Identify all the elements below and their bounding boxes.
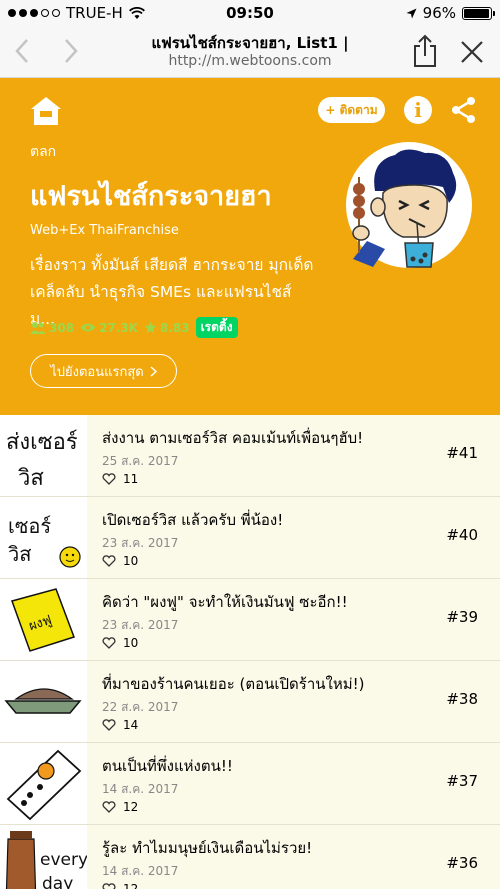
info-icon[interactable]: i [404, 96, 432, 124]
episode-thumbnail [0, 743, 87, 824]
thumbnail-text: วิส [8, 542, 31, 566]
episode-number: #41 [446, 444, 478, 462]
episode-likes: 10 [102, 636, 138, 650]
episode-thumbnail: ผงฟู [0, 579, 87, 660]
likes-count: 12 [123, 800, 139, 814]
episode-likes: 12 [102, 800, 138, 814]
eye-icon [80, 323, 96, 332]
likes-count: 10 [123, 554, 139, 568]
episode-number: #40 [446, 526, 478, 544]
thumbnail-text: ส่งเซอร์ [6, 430, 78, 455]
episode-title: คิดว่า "ผงฟู" จะทำให้เงินมันฟู ซะอีก!! [102, 593, 348, 611]
thumbnail-text: เซอร์ [8, 514, 51, 538]
episode-date: 14 ส.ค. 2017 [102, 782, 179, 796]
subscribers-count: 308 [49, 320, 75, 335]
battery-percent: 96% [422, 4, 456, 22]
episode-row[interactable]: ตนเป็นที่พึ่งแห่งตน!! 14 ส.ค. 2017 12 #3… [0, 743, 500, 825]
status-right: 96% [406, 4, 495, 22]
episode-number: #39 [446, 608, 478, 626]
heart-icon [102, 637, 116, 649]
browser-bar: แฟรนไชส์กระจายฮา, List1 | http://m.webto… [0, 26, 500, 78]
star-icon [144, 321, 157, 334]
thumbnail-text: day [42, 874, 73, 889]
episode-row[interactable]: every day รู้ละ ทำไมมนุษย์เงินเดือนไม่รว… [0, 825, 500, 889]
status-bar: TRUE-H 09:50 96% [0, 0, 500, 26]
episode-list: ส่งเซอร์ วิส ส่งงาน ตามเซอร์วิส คอมเม้นท… [0, 415, 500, 889]
subscribers-stat: 308 [30, 321, 74, 335]
thumbnail-text: every [40, 850, 87, 870]
episode-title: ตนเป็นที่พึ่งแห่งตน!! [102, 757, 233, 775]
home-icon[interactable] [30, 96, 62, 126]
heart-icon [102, 473, 116, 485]
likes-count: 12 [123, 882, 139, 889]
heart-icon [102, 883, 116, 889]
subscribers-icon [30, 321, 46, 334]
likes-count: 10 [123, 636, 139, 650]
episode-thumbnail [0, 661, 87, 742]
close-icon[interactable] [458, 38, 486, 66]
location-arrow-icon [406, 8, 417, 18]
episode-number: #36 [446, 854, 478, 872]
share-network-icon[interactable] [450, 96, 478, 124]
first-episode-label: ไปยังตอนแรกสุด [50, 364, 144, 380]
rating-stat: 8.83 [144, 321, 190, 335]
episode-date: 23 ส.ค. 2017 [102, 618, 179, 632]
episode-row[interactable]: ที่มาของร้านคนเยอะ (ตอนเปิดร้านใหม่!) 22… [0, 661, 500, 743]
episode-likes: 10 [102, 554, 138, 568]
subscribe-button[interactable]: + ติดตาม [318, 97, 385, 123]
forward-arrow-icon[interactable] [55, 36, 85, 66]
author-name: Web+Ex ThaiFranchise [30, 223, 179, 238]
episode-date: 22 ส.ค. 2017 [102, 700, 179, 714]
episode-row[interactable]: เซอร์ วิส เปิดเซอร์วิส แล้วครับ พี่น้อง!… [0, 497, 500, 579]
episode-date: 25 ส.ค. 2017 [102, 454, 179, 468]
episode-thumbnail: ส่งเซอร์ วิส [0, 415, 87, 496]
episode-number: #38 [446, 690, 478, 708]
episode-likes: 11 [102, 472, 138, 486]
chevron-right-icon [150, 365, 157, 377]
episode-number: #37 [446, 772, 478, 790]
episode-date: 23 ส.ค. 2017 [102, 536, 179, 550]
episode-row[interactable]: ส่งเซอร์ วิส ส่งงาน ตามเซอร์วิส คอมเม้นท… [0, 415, 500, 497]
character-avatar [346, 142, 472, 268]
series-title: แฟรนไชส์กระจายฮา [30, 181, 272, 212]
battery-icon [462, 6, 495, 20]
genre-label: ตลก [30, 144, 57, 160]
series-stats: 308 27.3K 8.83 เรตติ้ง [30, 317, 238, 338]
first-episode-button[interactable]: ไปยังตอนแรกสุด [30, 354, 177, 388]
heart-icon [102, 719, 116, 731]
views-count: 27.3K [99, 320, 138, 335]
heart-icon [102, 555, 116, 567]
heart-icon [102, 801, 116, 813]
episode-thumbnail: every day [0, 825, 87, 889]
episode-thumbnail: เซอร์ วิส [0, 497, 87, 578]
views-stat: 27.3K [80, 321, 138, 335]
likes-count: 11 [123, 472, 139, 486]
thumbnail-text: วิส [17, 466, 44, 491]
likes-count: 14 [123, 718, 139, 732]
episode-likes: 12 [102, 882, 138, 889]
page-title: แฟรนไชส์กระจายฮา, List1 | [151, 34, 349, 52]
episode-title: ที่มาของร้านคนเยอะ (ตอนเปิดร้านใหม่!) [102, 675, 365, 693]
episode-likes: 14 [102, 718, 138, 732]
episode-date: 14 ส.ค. 2017 [102, 864, 179, 878]
page-url[interactable]: http://m.webtoons.com [90, 53, 410, 69]
episode-row[interactable]: ผงฟู คิดว่า "ผงฟู" จะทำให้เงินมันฟู ซะอี… [0, 579, 500, 661]
episode-title: ส่งงาน ตามเซอร์วิส คอมเม้นท์เพื่อนๆฮับ! [102, 429, 364, 447]
series-header: + ติดตาม i ตลก แฟรนไชส์กระจายฮา Web+Ex T… [0, 78, 500, 415]
rating-badge[interactable]: เรตติ้ง [195, 317, 238, 338]
rating-value: 8.83 [159, 320, 190, 335]
episode-title: เปิดเซอร์วิส แล้วครับ พี่น้อง! [102, 511, 284, 529]
share-icon[interactable] [410, 34, 440, 68]
episode-title: รู้ละ ทำไมมนุษย์เงินเดือนไม่รวย! [102, 839, 313, 857]
back-arrow-icon[interactable] [8, 36, 38, 66]
